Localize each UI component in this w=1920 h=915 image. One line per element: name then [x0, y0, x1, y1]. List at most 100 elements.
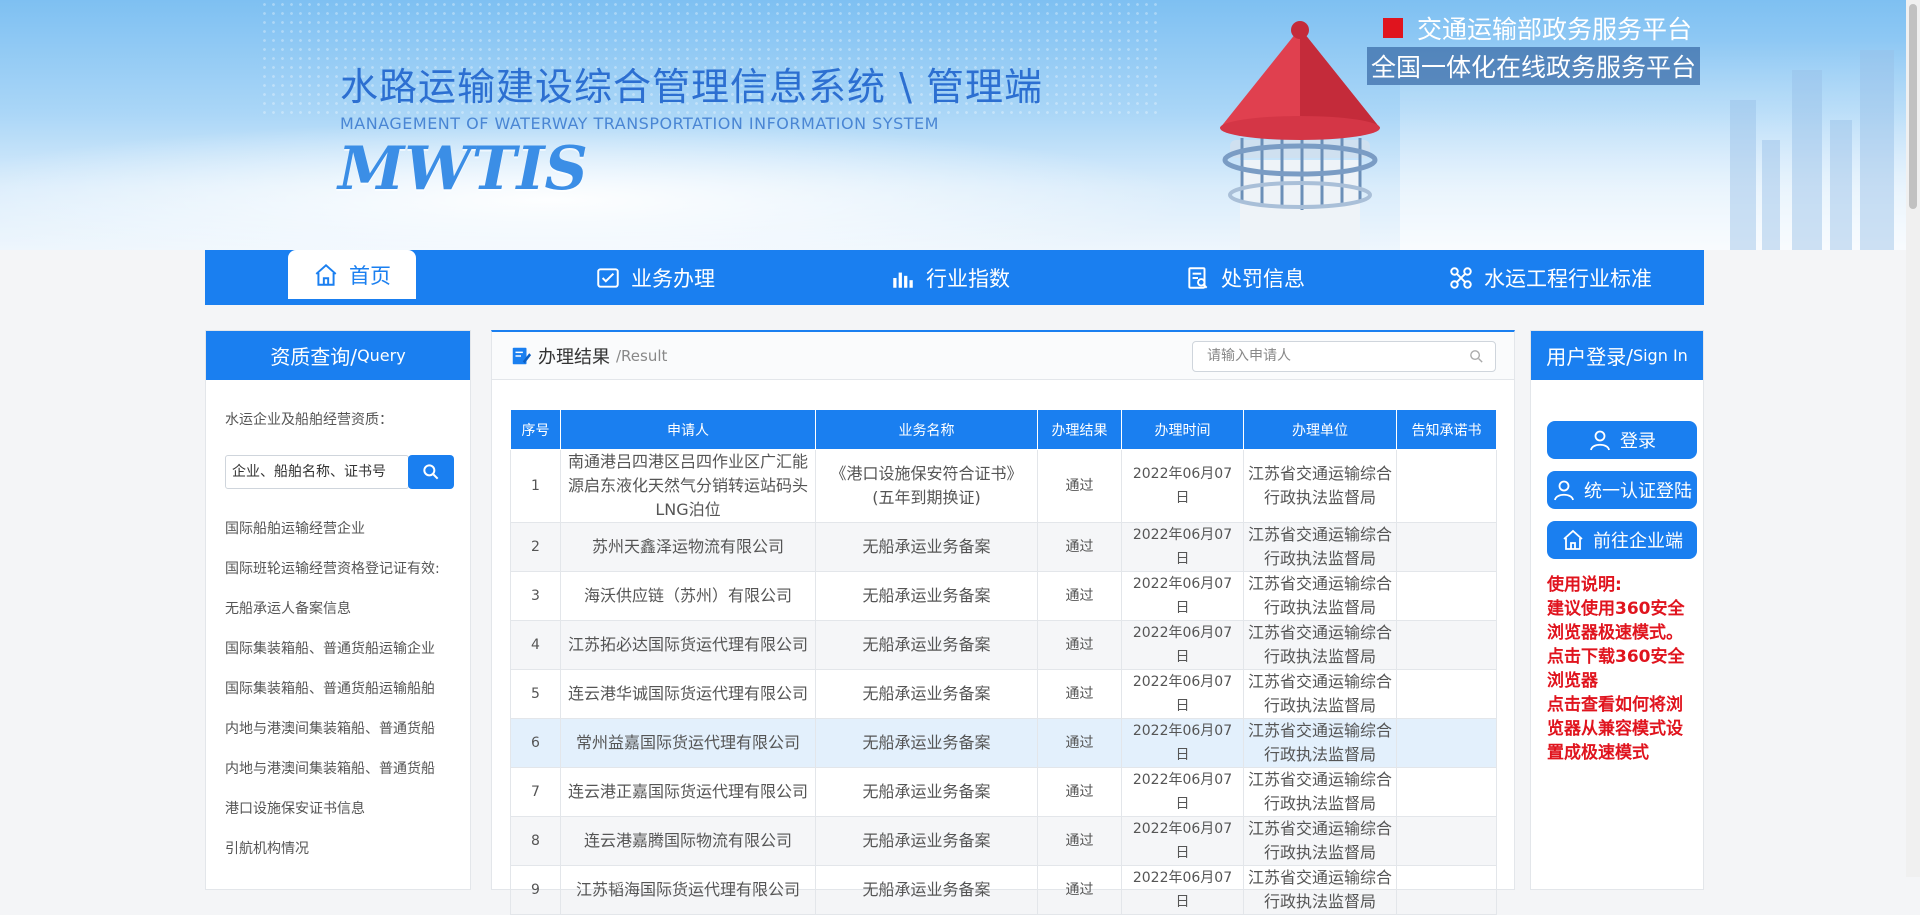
cell-no: 4	[510, 620, 561, 670]
enterprise-portal-button[interactable]: 前往企业端	[1547, 521, 1697, 559]
query-link[interactable]: 无船承运人备案信息	[225, 589, 453, 629]
nav-item-standards[interactable]: 水运工程行业标准	[1440, 250, 1660, 305]
query-link[interactable]: 国际班轮运输经营资格登记证有效:	[225, 549, 453, 589]
cell-no: 1	[510, 449, 561, 523]
cell-result: 通过	[1037, 767, 1122, 817]
col-header: 申请人	[560, 409, 816, 450]
query-search-button[interactable]	[408, 455, 454, 489]
cell-business: 无船承运业务备案	[815, 522, 1038, 572]
table-row[interactable]: 2 苏州天鑫泽运物流有限公司 无船承运业务备案 通过 2022年06月07日 江苏省交通运…	[510, 522, 1497, 572]
unified-auth-button[interactable]: 统一认证登陆	[1547, 471, 1697, 509]
compat-mode-help-link[interactable]: 点击查看如何将浏览器从兼容模式设置成极速模式	[1547, 693, 1697, 765]
cell-letter	[1396, 522, 1497, 572]
applicant-search-input[interactable]: 请输入申请人	[1192, 341, 1496, 372]
cell-time: 2022年06月07日	[1121, 669, 1244, 719]
cell-time: 2022年06月07日	[1121, 816, 1244, 866]
query-link[interactable]: 港口设施保安证书信息	[225, 789, 453, 829]
cell-unit: 江苏省交通运输综合行政执法监督局	[1243, 522, 1397, 572]
search-icon[interactable]	[1468, 348, 1485, 365]
panel-title-en: Sign In	[1632, 346, 1688, 365]
main-nav: 首页 业务办理 行业指数 处罚信息 水运工程行业标准	[205, 250, 1704, 305]
cell-business: 无船承运业务备案	[815, 669, 1038, 719]
cell-applicant: 苏州天鑫泽运物流有限公司	[560, 522, 816, 572]
unified-auth-label: 统一认证登陆	[1584, 481, 1692, 502]
result-title: 办理结果	[538, 346, 610, 368]
cell-business: 无船承运业务备案	[815, 718, 1038, 768]
cell-time: 2022年06月07日	[1121, 865, 1244, 915]
nav-label: 首页	[349, 263, 391, 288]
search-icon	[423, 464, 439, 480]
table-header-row: 序号 申请人 业务名称 办理结果 办理时间 办理单位 告知承诺书	[510, 409, 1497, 450]
login-label: 登录	[1620, 431, 1656, 452]
cell-applicant: 连云港嘉腾国际物流有限公司	[560, 816, 816, 866]
banner-glow	[0, 120, 1200, 250]
table-row[interactable]: 4 江苏拓必达国际货运代理有限公司 无船承运业务备案 通过 2022年06月07日 江苏省…	[510, 620, 1497, 670]
cell-result: 通过	[1037, 865, 1122, 915]
cell-unit: 江苏省交通运输综合行政执法监督局	[1243, 449, 1397, 523]
cell-time: 2022年06月07日	[1121, 767, 1244, 817]
query-link[interactable]: 国际集装箱船、普通货船运输企业	[225, 629, 453, 669]
cell-no: 7	[510, 767, 561, 817]
scrollbar-thumb[interactable]	[1909, 4, 1917, 209]
cell-letter	[1396, 449, 1497, 523]
cell-no: 9	[510, 865, 561, 915]
usage-notes: 使用说明: 建议使用360安全浏览器极速模式。 点击下载360安全浏览器 点击查…	[1547, 573, 1697, 765]
user-icon	[1590, 430, 1610, 451]
table-row[interactable]: 5 连云港华诚国际货运代理有限公司 无船承运业务备案 通过 2022年06月07日 江苏省…	[510, 669, 1497, 719]
cell-business: 无船承运业务备案	[815, 571, 1038, 621]
table-row[interactable]: 3 海沃供应链（苏州）有限公司 无船承运业务备案 通过 2022年06月07日 江苏省交通…	[510, 571, 1497, 621]
result-panel-header: 办理结果 /Result 请输入申请人	[492, 332, 1514, 380]
table-row[interactable]: 9 江苏韬海国际货运代理有限公司 无船承运业务备案 通过 2022年06月07日 江苏省交…	[510, 865, 1497, 915]
cell-no: 6	[510, 718, 561, 768]
col-header: 办理单位	[1243, 409, 1397, 450]
query-link[interactable]: 引航机构情况	[225, 829, 453, 869]
page-scrollbar[interactable]	[1906, 0, 1920, 877]
query-input[interactable]: 企业、船舶名称、证书号	[225, 455, 409, 489]
cell-letter	[1396, 865, 1497, 915]
cell-time: 2022年06月07日	[1121, 522, 1244, 572]
platform-link-ministry[interactable]: 交通运输部政务服务平台	[1383, 10, 1692, 46]
query-link-list: 国际船舶运输经营企业 国际班轮运输经营资格登记证有效: 无船承运人备案信息 国际…	[225, 509, 453, 869]
table-row[interactable]: 8 连云港嘉腾国际物流有限公司 无船承运业务备案 通过 2022年06月07日 江苏省交通…	[510, 816, 1497, 866]
home-icon	[1563, 529, 1583, 550]
query-link[interactable]: 国际船舶运输经营企业	[225, 509, 453, 549]
query-link[interactable]: 内地与港澳间集装箱船、普通货船	[225, 709, 453, 749]
cell-letter	[1396, 767, 1497, 817]
query-label: 水运企业及船舶经营资质：	[225, 412, 393, 428]
document-search-icon	[1188, 266, 1208, 289]
cell-business: 《港口设施保安符合证书》(五年到期换证)	[815, 449, 1038, 523]
query-link[interactable]: 国际集装箱船、普通货船运输船舶	[225, 669, 453, 709]
cell-result: 通过	[1037, 620, 1122, 670]
nav-item-index[interactable]: 行业指数	[880, 250, 1020, 305]
cell-letter	[1396, 718, 1497, 768]
table-row[interactable]: 6 常州益嘉国际货运代理有限公司 无船承运业务备案 通过 2022年06月07日 江苏省交…	[510, 718, 1497, 768]
query-link[interactable]: 内地与港澳间集装箱船、普通货船	[225, 749, 453, 789]
cell-time: 2022年06月07日	[1121, 620, 1244, 670]
col-header: 业务名称	[815, 409, 1038, 450]
table-row[interactable]: 1 南通港吕四港区吕四作业区广汇能源启东液化天然气分销转运站码头LNG泊位 《港口设…	[510, 449, 1497, 523]
usage-note-browser: 建议使用360安全浏览器极速模式。	[1547, 599, 1685, 643]
nav-item-home[interactable]: 首页	[288, 250, 416, 299]
table-row[interactable]: 7 连云港正嘉国际货运代理有限公司 无船承运业务备案 通过 2022年06月07日 江苏省…	[510, 767, 1497, 817]
login-button[interactable]: 登录	[1547, 421, 1697, 459]
cell-no: 3	[510, 571, 561, 621]
nav-item-business[interactable]: 业务办理	[585, 250, 725, 305]
nav-label: 业务办理	[631, 266, 715, 291]
table-body: 1 南通港吕四港区吕四作业区广汇能源启东液化天然气分销转运站码头LNG泊位 《港口设…	[510, 449, 1497, 915]
download-browser-link[interactable]: 点击下载360安全浏览器	[1547, 645, 1697, 693]
enterprise-portal-label: 前往企业端	[1593, 531, 1683, 552]
cell-letter	[1396, 620, 1497, 670]
cell-result: 通过	[1037, 522, 1122, 572]
cell-no: 8	[510, 816, 561, 866]
cell-business: 无船承运业务备案	[815, 767, 1038, 817]
search-placeholder: 请输入申请人	[1207, 348, 1291, 364]
panel-title-cn: 用户登录/	[1546, 345, 1633, 369]
cell-no: 2	[510, 522, 561, 572]
cell-time: 2022年06月07日	[1121, 571, 1244, 621]
cell-result: 通过	[1037, 571, 1122, 621]
cell-business: 无船承运业务备案	[815, 620, 1038, 670]
cell-applicant: 连云港正嘉国际货运代理有限公司	[560, 767, 816, 817]
platform-link-national[interactable]: 全国一体化在线政务服务平台	[1367, 47, 1701, 85]
nav-item-penalty[interactable]: 处罚信息	[1175, 250, 1315, 305]
col-header: 办理结果	[1037, 409, 1122, 450]
